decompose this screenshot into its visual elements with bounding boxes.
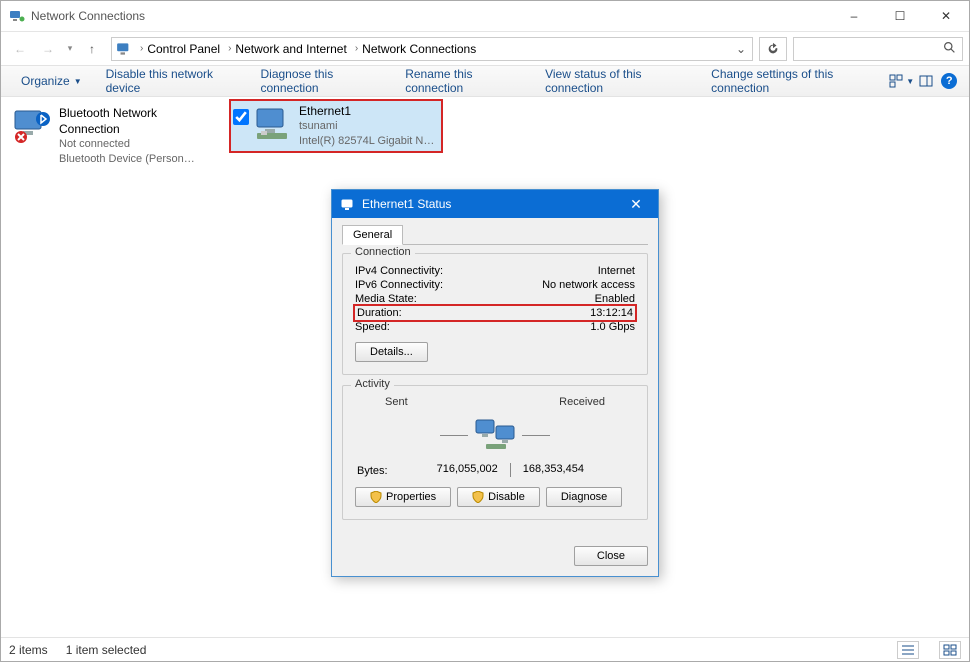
dialog-tabs: General: [342, 224, 648, 245]
breadcrumb-dropdown[interactable]: ⌄: [732, 42, 750, 56]
maximize-button[interactable]: ☐: [877, 1, 923, 31]
speed-value: 1.0 Gbps: [590, 321, 635, 333]
status-item-count: 2 items: [9, 643, 48, 657]
diagnose-button[interactable]: Diagnose: [546, 487, 622, 507]
speed-label: Speed:: [355, 321, 390, 333]
bytes-label: Bytes:: [357, 465, 388, 477]
addressbar: ← → ▾ ↑ ›Control Panel ›Network and Inte…: [1, 31, 969, 65]
connection-group-legend: Connection: [351, 246, 415, 258]
bytes-received: 168,353,454: [515, 463, 633, 477]
properties-button[interactable]: Properties: [355, 487, 451, 507]
ethernet-status-dialog: Ethernet1 Status ✕ General Connection IP…: [331, 189, 659, 577]
refresh-button[interactable]: [759, 37, 787, 61]
close-dialog-button[interactable]: Close: [574, 546, 648, 566]
connection-device: Bluetooth Device (Personal Ar...: [59, 152, 199, 167]
preview-pane-button[interactable]: [914, 68, 937, 94]
dialog-close-button[interactable]: ✕: [622, 190, 650, 218]
shield-icon: [472, 491, 484, 503]
connection-status: tsunami: [299, 119, 439, 134]
connection-item-ethernet1[interactable]: Ethernet1 tsunami Intel(R) 82574L Gigabi…: [229, 99, 443, 153]
ipv6-label: IPv6 Connectivity:: [355, 279, 443, 291]
connection-status: Not connected: [59, 137, 199, 152]
crumb-root[interactable]: ›Control Panel: [136, 38, 224, 60]
up-button[interactable]: ↑: [79, 36, 105, 62]
details-button[interactable]: Details...: [355, 342, 428, 362]
tab-general[interactable]: General: [342, 225, 403, 245]
connection-device: Intel(R) 82574L Gigabit Netwo...: [299, 134, 439, 149]
rename-connection-cmd[interactable]: Rename this connection: [393, 66, 533, 96]
titlebar: Network Connections – ☐ ✕: [1, 1, 969, 31]
adapter-icon: [13, 105, 53, 145]
duration-value: 13:12:14: [588, 306, 635, 320]
shield-icon: [370, 491, 382, 503]
ipv4-value: Internet: [598, 265, 635, 277]
minimize-button[interactable]: –: [831, 1, 877, 31]
search-input[interactable]: [793, 37, 963, 61]
dialog-title: Ethernet1 Status: [362, 197, 451, 211]
activity-computers-icon: [474, 416, 516, 455]
activity-group-legend: Activity: [351, 378, 394, 390]
recent-locations-dropdown[interactable]: ▾: [63, 36, 77, 62]
media-state-value: Enabled: [595, 293, 635, 305]
media-state-label: Media State:: [355, 293, 417, 305]
command-bar: Organize▼ Disable this network device Di…: [1, 65, 969, 97]
help-button[interactable]: ?: [938, 68, 961, 94]
window-title: Network Connections: [31, 9, 831, 23]
ethernet-icon: [340, 197, 354, 211]
received-label: Received: [559, 396, 605, 408]
network-connections-icon: [9, 8, 25, 24]
ipv6-value: No network access: [542, 279, 635, 291]
organize-menu[interactable]: Organize▼: [9, 66, 94, 96]
view-status-cmd[interactable]: View status of this connection: [533, 66, 699, 96]
crumb-mid[interactable]: ›Network and Internet: [224, 38, 351, 60]
large-icons-view-button[interactable]: [939, 641, 961, 659]
status-selected-count: 1 item selected: [66, 643, 147, 657]
crumb-leaf[interactable]: ›Network Connections: [351, 38, 480, 60]
connection-group: Connection IPv4 Connectivity:Internet IP…: [342, 253, 648, 375]
close-button[interactable]: ✕: [923, 1, 969, 31]
forward-button[interactable]: →: [35, 36, 61, 62]
dialog-titlebar[interactable]: Ethernet1 Status ✕: [332, 190, 658, 218]
disable-device-cmd[interactable]: Disable this network device: [94, 66, 249, 96]
statusbar: 2 items 1 item selected: [1, 637, 969, 661]
bytes-sent: 716,055,002: [388, 463, 506, 477]
connection-item-bluetooth[interactable]: Bluetooth Network Connection Not connect…: [9, 101, 219, 171]
adapter-icon: [253, 103, 293, 143]
back-button[interactable]: ←: [7, 36, 33, 62]
connection-checkbox[interactable]: [233, 109, 249, 125]
ipv4-label: IPv4 Connectivity:: [355, 265, 443, 277]
change-settings-cmd[interactable]: Change settings of this connection: [699, 66, 888, 96]
connection-name: Bluetooth Network Connection: [59, 105, 215, 137]
diagnose-connection-cmd[interactable]: Diagnose this connection: [249, 66, 394, 96]
search-icon: [943, 41, 956, 57]
activity-group: Activity Sent Received: [342, 385, 648, 520]
details-view-button[interactable]: [897, 641, 919, 659]
connection-name: Ethernet1: [299, 103, 439, 119]
change-view-button[interactable]: ▼: [888, 68, 914, 94]
disable-button[interactable]: Disable: [457, 487, 540, 507]
duration-label: Duration:: [355, 306, 404, 320]
network-connections-icon: [116, 40, 134, 58]
breadcrumb[interactable]: ›Control Panel ›Network and Internet ›Ne…: [111, 37, 753, 61]
sent-label: Sent: [385, 396, 408, 408]
